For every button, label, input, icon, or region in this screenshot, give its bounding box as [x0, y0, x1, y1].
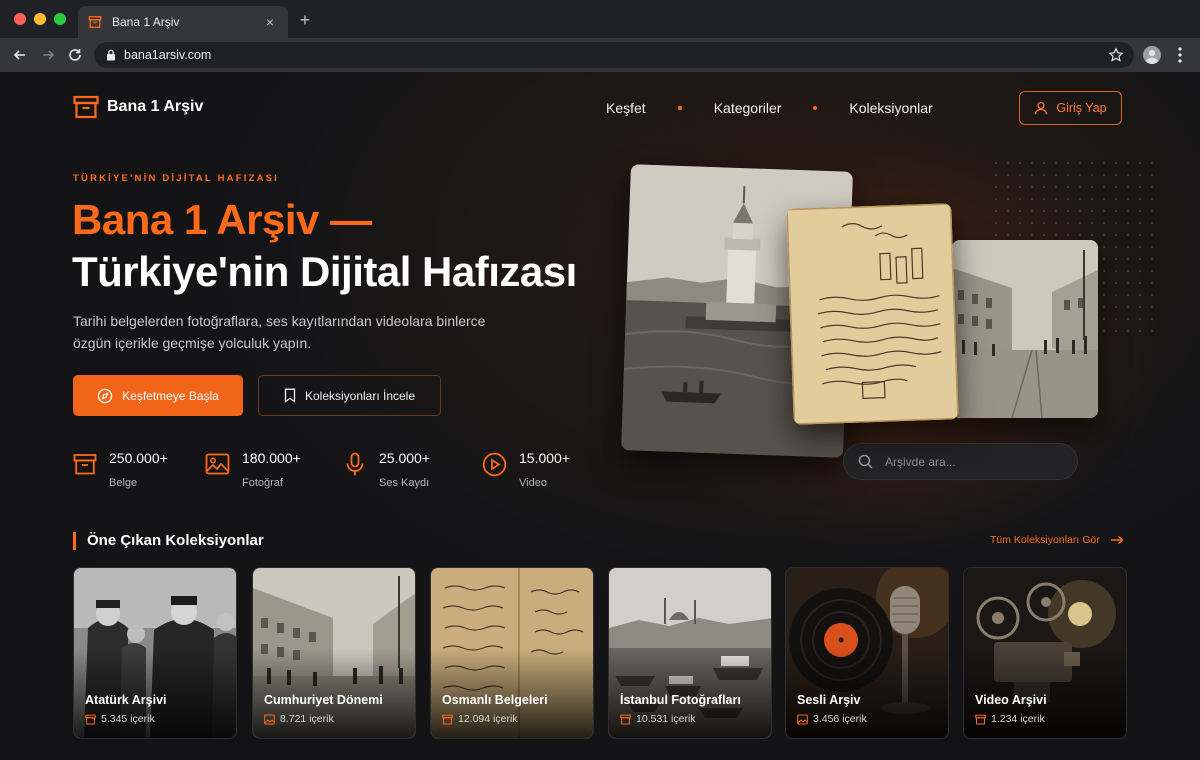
collection-card-video[interactable]: Video Arşivi 1.234 içerik — [963, 567, 1127, 739]
stat-label: Video — [519, 477, 547, 489]
search-placeholder: Arşivde ara... — [885, 454, 956, 469]
card-title: Cumhuriyet Dönemi — [264, 693, 383, 707]
stat-label: Fotoğraf — [242, 477, 283, 489]
card-title: Sesli Arşiv — [797, 693, 861, 707]
address-bar[interactable]: bana1arsiv.com — [94, 42, 1134, 68]
hero-title-line-2: Türkiye'nin Dijital Hafızası — [72, 248, 577, 295]
card-count: 10.531 içerik — [620, 713, 696, 725]
back-arrow-icon[interactable] — [12, 47, 28, 63]
card-title: Osmanlı Belgeleri — [442, 693, 548, 707]
card-title: İstanbul Fotoğrafları — [620, 693, 741, 707]
collection-card-osmanli[interactable]: Osmanlı Belgeleri 12.094 içerik — [430, 567, 594, 739]
card-count-text: 8.721 içerik — [280, 713, 334, 725]
browser-toolbar: bana1arsiv.com — [0, 38, 1200, 72]
archive-search-input[interactable]: Arşivde ara... — [843, 443, 1078, 480]
site-logo[interactable]: Bana 1 Arşiv — [73, 94, 203, 120]
istanbul-street-photo — [952, 240, 1098, 418]
ottoman-document-photo — [786, 203, 959, 425]
reload-icon[interactable] — [67, 47, 83, 63]
card-count: 8.721 içerik — [264, 713, 334, 725]
stat-videos: 15.000+ Video — [482, 450, 570, 489]
card-count-text: 5.345 içerik — [101, 713, 155, 725]
play-circle-icon — [482, 452, 507, 477]
tab-bar: Bana 1 Arşiv × + — [0, 0, 1200, 38]
image-icon — [205, 453, 230, 475]
lock-icon — [107, 49, 115, 61]
image-icon — [797, 714, 808, 724]
stat-value: 180.000+ — [242, 450, 301, 466]
nav-link-kategoriler[interactable]: Kategoriler — [714, 100, 782, 116]
hero-title-line-1: Bana 1 Arşiv — — [72, 196, 372, 243]
stat-documents: 250.000+ Belge — [73, 450, 168, 489]
card-title: Video Arşivi — [975, 693, 1047, 707]
archive-box-icon — [442, 714, 453, 724]
browser-menu-icon[interactable] — [1176, 46, 1184, 64]
minimize-window-button[interactable] — [34, 13, 46, 25]
logo-text: Bana 1 Arşiv — [107, 98, 204, 115]
card-count-text: 3.456 içerik — [813, 713, 867, 725]
stat-value: 15.000+ — [519, 450, 570, 466]
card-count: 1.234 içerik — [975, 713, 1045, 725]
hero-description: Tarihi belgelerden fotoğraflara, ses kay… — [73, 313, 486, 351]
collection-card-istanbul[interactable]: İstanbul Fotoğrafları 10.531 içerik — [608, 567, 772, 739]
card-count: 3.456 içerik — [797, 713, 867, 725]
compass-icon — [97, 388, 113, 403]
url-text: bana1arsiv.com — [124, 48, 212, 62]
tab-title: Bana 1 Arşiv — [112, 15, 180, 29]
new-tab-icon[interactable]: + — [296, 10, 314, 31]
card-count-text: 12.094 içerik — [458, 713, 518, 725]
see-all-label: Tüm Koleksiyonları Gör — [990, 534, 1100, 546]
login-label: Giriş Yap — [1056, 101, 1107, 115]
close-window-button[interactable] — [14, 13, 26, 25]
image-icon — [264, 714, 275, 724]
archive-box-icon — [620, 714, 631, 724]
stat-value: 25.000+ — [379, 450, 430, 466]
collection-card-ataturk[interactable]: Atatürk Arşivi 5.345 içerik — [73, 567, 237, 739]
stat-audio: 25.000+ Ses Kaydı — [343, 450, 430, 489]
search-icon — [858, 454, 873, 469]
nav-separator-dot — [813, 106, 818, 110]
profile-avatar-icon[interactable] — [1143, 46, 1161, 64]
featured-collections-title: Öne Çıkan Koleksiyonlar — [87, 532, 264, 549]
hero-eyebrow: TÜRKİYE'NİN DİJİTAL HAFIZASI — [73, 173, 280, 184]
stat-photos: 180.000+ Fotoğraf — [205, 450, 301, 489]
see-all-collections-link[interactable]: Tüm Koleksiyonları Gör — [990, 534, 1124, 546]
start-exploring-button[interactable]: Keşfetmeye Başla — [73, 375, 243, 416]
archive-box-icon — [85, 714, 96, 724]
tab-close-icon[interactable]: × — [262, 14, 278, 30]
stat-label: Ses Kaydı — [379, 477, 430, 489]
card-count-text: 1.234 içerik — [991, 713, 1045, 725]
browse-collections-label: Koleksiyonları İncele — [304, 388, 416, 403]
collection-card-sesli[interactable]: Sesli Arşiv 3.456 içerik — [785, 567, 949, 739]
forward-arrow-icon[interactable] — [40, 47, 56, 63]
start-exploring-label: Keşfetmeye Başla — [122, 388, 219, 403]
arrow-right-icon — [1110, 535, 1124, 545]
section-accent-bar — [73, 532, 76, 550]
stat-label: Belge — [109, 477, 138, 489]
stat-value: 250.000+ — [109, 450, 168, 466]
archive-box-icon — [975, 714, 986, 724]
card-count: 12.094 içerik — [442, 713, 518, 725]
page-content: Bana 1 Arşiv Keşfet Kategoriler Koleksiy… — [0, 72, 1200, 760]
bookmark-star-icon[interactable] — [1108, 47, 1124, 63]
microphone-icon — [346, 452, 364, 476]
login-button[interactable]: Giriş Yap — [1019, 91, 1122, 125]
maximize-window-button[interactable] — [54, 13, 66, 25]
nav-separator-dot — [677, 106, 682, 110]
user-icon — [1035, 101, 1048, 115]
nav-link-koleksiyonlar[interactable]: Koleksiyonlar — [849, 100, 932, 116]
bookmark-icon — [284, 388, 296, 403]
collection-card-cumhuriyet[interactable]: Cumhuriyet Dönemi 8.721 içerik — [252, 567, 416, 739]
card-title: Atatürk Arşivi — [85, 693, 167, 707]
browse-collections-button[interactable]: Koleksiyonları İncele — [258, 375, 441, 416]
archive-favicon-icon — [88, 16, 102, 28]
nav-link-kesfet[interactable]: Keşfet — [606, 100, 646, 116]
card-count-text: 10.531 içerik — [636, 713, 696, 725]
main-navigation: Keşfet Kategoriler Koleksiyonlar — [606, 100, 933, 116]
card-count: 5.345 içerik — [85, 713, 155, 725]
browser-tab[interactable]: Bana 1 Arşiv × — [78, 6, 288, 38]
archive-box-icon — [73, 454, 97, 475]
browser-chrome: Bana 1 Arşiv × + bana1arsiv.com — [0, 0, 1200, 72]
archive-box-logo-icon — [73, 95, 99, 119]
